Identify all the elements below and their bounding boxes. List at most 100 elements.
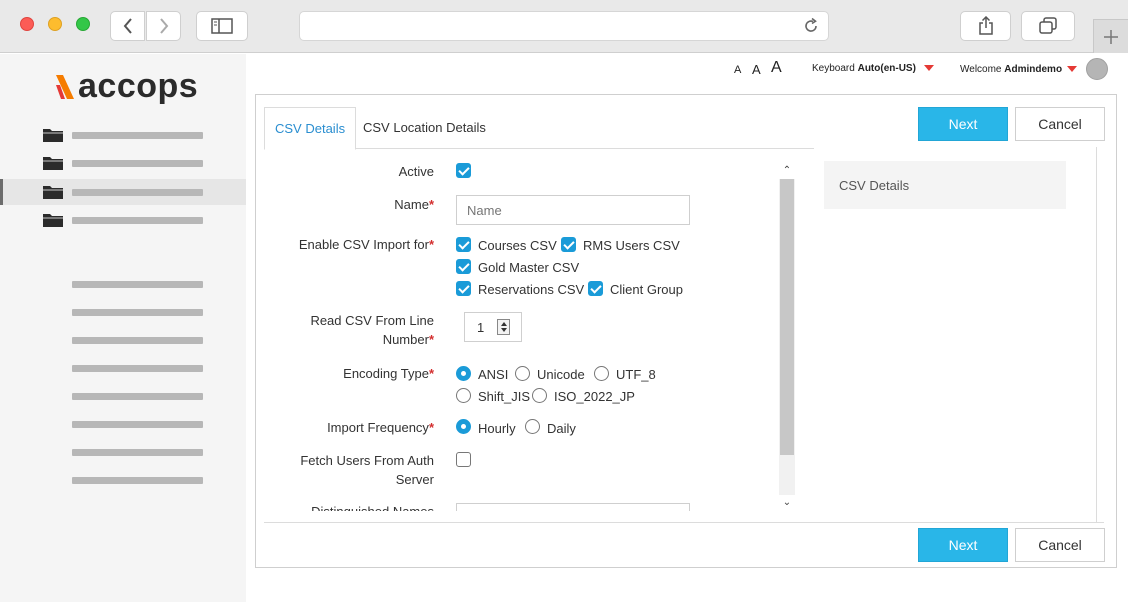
encoding-utf8-radio[interactable]	[594, 366, 609, 381]
csv-config-panel: CSV Details CSV Location Details Next Ca…	[255, 94, 1117, 568]
font-size-large-button[interactable]: A	[771, 59, 782, 77]
csv-details-form: Active Name* Enable CSV Import for* Cour…	[264, 157, 794, 511]
folder-icon	[43, 186, 63, 199]
enable-csv-import-label: Enable CSV Import for*	[298, 237, 434, 252]
encoding-shift-jis-radio[interactable]	[456, 388, 471, 403]
name-input[interactable]	[456, 195, 690, 225]
reload-icon[interactable]	[802, 17, 820, 35]
read-csv-line-label: Read CSV From Line Number*	[310, 313, 434, 347]
distinguished-names-label: Distinguished Names	[311, 502, 434, 511]
address-bar[interactable]	[299, 11, 829, 41]
encoding-unicode-radio[interactable]	[515, 366, 530, 381]
encoding-shift-jis-label: Shift_JIS	[478, 389, 531, 404]
sidebar-item-2[interactable]	[0, 150, 246, 176]
minimize-window-button[interactable]	[48, 17, 62, 31]
fetch-users-checkbox[interactable]	[456, 452, 471, 467]
stepper-down-icon[interactable]	[501, 328, 507, 332]
tabs-icon	[1039, 17, 1057, 34]
caret-down-icon	[1066, 66, 1077, 73]
sidebar-item-label-placeholder	[72, 217, 203, 224]
user-menu[interactable]: Welcome Admindemo	[960, 64, 1077, 75]
tabs-overview-button[interactable]	[1021, 11, 1075, 41]
cancel-button-top[interactable]: Cancel	[1015, 107, 1105, 141]
gold-master-csv-checkbox[interactable]	[456, 259, 471, 274]
read-line-number-stepper[interactable]: 1	[464, 312, 522, 342]
sidebar-icon	[211, 18, 233, 34]
encoding-unicode-label: Unicode	[537, 367, 585, 382]
client-group-checkbox[interactable]	[588, 281, 603, 296]
form-scrollbar[interactable]: ⌃ ⌄	[779, 163, 795, 511]
sidebar-item-label-placeholder	[72, 132, 203, 139]
encoding-ansi-radio[interactable]	[456, 366, 471, 381]
summary-title: CSV Details	[839, 178, 910, 193]
encoding-iso-2022-jp-label: ISO_2022_JP	[554, 389, 635, 404]
import-frequency-label: Import Frequency*	[327, 420, 434, 435]
distinguished-names-input[interactable]	[456, 503, 690, 511]
keyboard-label: Keyboard	[812, 63, 855, 74]
back-button[interactable]	[110, 11, 145, 41]
new-tab-button[interactable]	[1093, 19, 1128, 53]
sidebar-subitem-placeholder[interactable]	[72, 365, 203, 372]
accops-logo[interactable]: accops	[54, 68, 198, 104]
sidebar-subitem-placeholder[interactable]	[72, 393, 203, 400]
reservations-csv-label: Reservations CSV	[478, 282, 585, 297]
panel-divider-vertical	[1096, 147, 1097, 523]
csv-details-summary: CSV Details	[824, 161, 1066, 209]
stepper-arrows[interactable]	[497, 319, 510, 335]
username: Admindemo	[1004, 64, 1063, 75]
sidebar-subitem-placeholder[interactable]	[72, 337, 203, 344]
scroll-down-icon[interactable]: ⌄	[782, 498, 792, 508]
folder-icon	[43, 129, 63, 142]
frequency-daily-radio[interactable]	[525, 419, 540, 434]
chevron-left-icon	[123, 18, 132, 34]
scroll-thumb[interactable]	[780, 179, 794, 455]
forward-button[interactable]	[146, 11, 181, 41]
folder-icon	[43, 214, 63, 227]
courses-csv-checkbox[interactable]	[456, 237, 471, 252]
caret-down-icon	[923, 65, 934, 72]
rms-users-csv-label: RMS Users CSV	[583, 238, 680, 253]
next-button-bottom[interactable]: Next	[918, 528, 1008, 562]
sidebar-item-label-placeholder	[72, 160, 203, 167]
font-size-medium-button[interactable]: A	[752, 62, 761, 77]
close-window-button[interactable]	[20, 17, 34, 31]
tab-bar: CSV Details CSV Location Details	[264, 107, 814, 150]
sidebar-item-4[interactable]	[0, 207, 246, 233]
plus-icon	[1104, 29, 1118, 44]
gold-master-csv-label: Gold Master CSV	[478, 260, 580, 275]
next-button-top[interactable]: Next	[918, 107, 1008, 141]
sidebar-toggle-button[interactable]	[196, 11, 248, 41]
sidebar-subitem-placeholder[interactable]	[72, 421, 203, 428]
maximize-window-button[interactable]	[76, 17, 90, 31]
welcome-label: Welcome	[960, 64, 1002, 75]
encoding-iso-2022-jp-radio[interactable]	[532, 388, 547, 403]
keyboard-selector[interactable]: Keyboard Auto(en-US)	[812, 63, 934, 74]
scroll-up-icon[interactable]: ⌃	[782, 166, 792, 176]
reservations-csv-checkbox[interactable]	[456, 281, 471, 296]
browser-toolbar	[0, 0, 1128, 53]
sidebar-item-label-placeholder	[72, 189, 203, 196]
client-group-label: Client Group	[610, 282, 683, 297]
tab-csv-details[interactable]: CSV Details	[264, 107, 357, 150]
chevron-right-icon	[159, 18, 168, 34]
sidebar-subitem-placeholder[interactable]	[72, 477, 203, 484]
avatar[interactable]	[1086, 58, 1108, 80]
stepper-up-icon[interactable]	[501, 322, 507, 326]
share-button[interactable]	[960, 11, 1011, 41]
sidebar-item-1[interactable]	[0, 122, 246, 148]
sidebar-subitem-placeholder[interactable]	[72, 309, 203, 316]
encoding-type-label: Encoding Type*	[343, 366, 434, 381]
keyboard-value: Auto(en-US)	[857, 63, 916, 74]
cancel-button-bottom[interactable]: Cancel	[1015, 528, 1105, 562]
active-checkbox[interactable]	[456, 163, 471, 178]
font-size-small-button[interactable]: A	[734, 64, 741, 76]
panel-divider-horizontal	[264, 522, 1104, 523]
sidebar-subitem-placeholder[interactable]	[72, 449, 203, 456]
rms-users-csv-checkbox[interactable]	[561, 237, 576, 252]
folder-icon	[43, 157, 63, 170]
tab-csv-location-details[interactable]: CSV Location Details	[353, 107, 496, 149]
accops-logo-text: accops	[78, 67, 199, 105]
sidebar-subitem-placeholder[interactable]	[72, 281, 203, 288]
sidebar-item-3[interactable]	[0, 179, 246, 205]
frequency-hourly-radio[interactable]	[456, 419, 471, 434]
